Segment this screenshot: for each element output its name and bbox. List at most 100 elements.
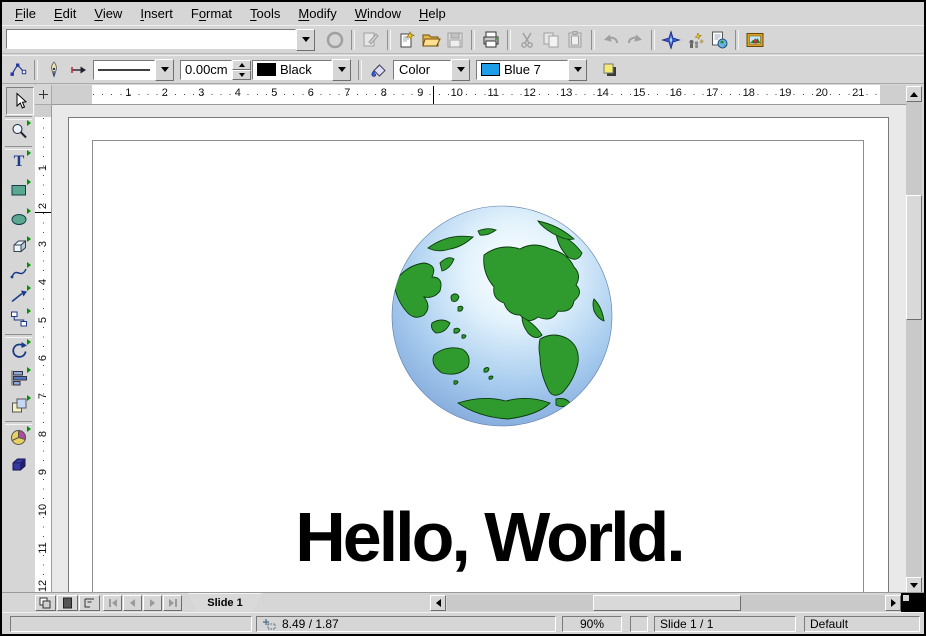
area-fill-color-value: Blue 7 — [476, 60, 568, 80]
redo-icon[interactable] — [623, 28, 647, 52]
zoom-icon[interactable] — [683, 28, 707, 52]
insert-text-tool[interactable]: T — [6, 148, 32, 174]
paste-icon[interactable] — [563, 28, 587, 52]
horizontal-scrollbar[interactable] — [447, 595, 886, 611]
rotate-tool[interactable] — [6, 337, 32, 363]
menu-insert[interactable]: Insert — [131, 4, 182, 23]
line-width-spinner[interactable]: 0.00cm — [180, 60, 246, 80]
scroll-down-button[interactable] — [906, 577, 922, 593]
arrow-style-icon[interactable] — [66, 58, 90, 82]
next-slide-button[interactable] — [143, 595, 162, 611]
ruler-origin-box — [35, 85, 52, 105]
shadow-icon[interactable] — [598, 58, 622, 82]
url-input[interactable] — [6, 29, 296, 49]
url-dropdown-button[interactable] — [296, 29, 315, 51]
gallery-icon[interactable] — [743, 28, 767, 52]
menu-edit[interactable]: Edit — [45, 4, 85, 23]
slide-indicator-field[interactable]: Slide 1 / 1 — [654, 616, 796, 632]
print-file-icon[interactable] — [479, 28, 503, 52]
effects-3d-tool[interactable] — [6, 452, 32, 478]
line-color-dropdown-button[interactable] — [332, 59, 351, 81]
area-fill-color-swatch — [481, 63, 500, 76]
modified-flag-field — [630, 616, 648, 632]
zoom-tool[interactable] — [6, 118, 32, 144]
menu-tools[interactable]: Tools — [241, 4, 289, 23]
line-pen-icon[interactable] — [42, 58, 66, 82]
select-tool[interactable] — [6, 87, 34, 115]
toolbar-separator — [387, 30, 391, 50]
pointer-position-field[interactable]: 8.49 / 1.87 — [256, 616, 556, 632]
object-info-field — [10, 616, 252, 632]
slide-title-text[interactable]: Hello, World. — [295, 497, 683, 577]
insert-pie-tool[interactable] — [6, 424, 32, 450]
open-document-icon[interactable] — [419, 28, 443, 52]
menu-window[interactable]: Window — [346, 4, 410, 23]
window-resize-corner[interactable] — [901, 593, 924, 613]
ruler-number: 2 — [147, 87, 184, 99]
edit-file-icon[interactable] — [359, 28, 383, 52]
ruler-number: 6 — [35, 350, 52, 366]
line-style-dropdown-button[interactable] — [155, 59, 174, 81]
menu-format[interactable]: Format — [182, 4, 241, 23]
slide-view-button[interactable] — [35, 595, 56, 611]
menu-help[interactable]: Help — [410, 4, 455, 23]
previous-slide-button[interactable] — [123, 595, 142, 611]
scroll-up-button[interactable] — [906, 86, 922, 102]
line-width-down-button[interactable] — [232, 70, 251, 80]
ruler-number: 1 — [35, 160, 52, 176]
area-fill-color-dropdown-button[interactable] — [568, 59, 587, 81]
scroll-left-button[interactable] — [430, 595, 446, 611]
cut-icon[interactable] — [515, 28, 539, 52]
toolbar-separator — [507, 30, 511, 50]
edit-points-icon[interactable] — [6, 58, 30, 82]
object-toolbar: 0.00cm Black Color Blue 7 — [2, 55, 924, 84]
ellipse-tool[interactable] — [6, 206, 32, 232]
rectangle-tool[interactable] — [6, 177, 32, 203]
scroll-right-button[interactable] — [885, 595, 901, 611]
area-fill-type-dropdown-button[interactable] — [451, 59, 470, 81]
page-style-field[interactable]: Default — [804, 616, 920, 632]
toolbar-separator — [34, 60, 38, 80]
menu-modify[interactable]: Modify — [289, 4, 345, 23]
ruler-number: 10 — [439, 87, 476, 99]
copy-icon[interactable] — [539, 28, 563, 52]
vertical-scrollbar-thumb[interactable] — [906, 195, 922, 320]
new-document-icon[interactable] — [395, 28, 419, 52]
toolbar-separator — [651, 30, 655, 50]
navigator-icon[interactable] — [659, 28, 683, 52]
menu-file[interactable]: File — [6, 4, 45, 23]
vertical-scrollbar[interactable] — [906, 86, 922, 593]
save-document-icon[interactable] — [443, 28, 467, 52]
connector-tool[interactable] — [6, 306, 32, 332]
toolbar-separator — [471, 30, 475, 50]
line-style-select[interactable] — [93, 59, 174, 81]
zoom-level-field[interactable]: 90% — [562, 616, 622, 632]
first-slide-button[interactable] — [103, 595, 122, 611]
area-style-can-icon[interactable] — [366, 58, 390, 82]
menu-view[interactable]: View — [85, 4, 131, 23]
drawing-canvas[interactable]: Hello, World. — [52, 105, 906, 592]
toolbar-separator — [351, 30, 355, 50]
stop-icon[interactable] — [323, 28, 347, 52]
area-fill-type-select[interactable]: Color — [393, 59, 470, 81]
function-toolbar — [2, 25, 924, 54]
layer-view-button[interactable] — [79, 595, 100, 611]
line-width-up-button[interactable] — [232, 60, 251, 70]
master-view-button[interactable] — [57, 595, 78, 611]
line-color-select[interactable]: Black — [252, 59, 351, 81]
undo-icon[interactable] — [599, 28, 623, 52]
3d-objects-tool[interactable] — [6, 234, 32, 260]
ruler-number: 12 — [512, 87, 549, 99]
alignment-tool[interactable] — [6, 365, 32, 391]
globe-image[interactable] — [388, 203, 616, 431]
ruler-number: 4 — [35, 274, 52, 290]
arrange-tool[interactable] — [6, 393, 32, 419]
area-fill-color-select[interactable]: Blue 7 — [476, 59, 587, 81]
last-slide-button[interactable] — [163, 595, 182, 611]
horizontal-scrollbar-thumb[interactable] — [593, 595, 741, 611]
hyperlink-document-icon[interactable] — [707, 28, 731, 52]
slide-tab[interactable]: Slide 1 — [188, 593, 262, 612]
line-style-value — [93, 60, 155, 80]
line-width-value[interactable]: 0.00cm — [180, 60, 232, 80]
horizontal-ruler: 123456789101112131415161718192021 — [52, 85, 906, 105]
